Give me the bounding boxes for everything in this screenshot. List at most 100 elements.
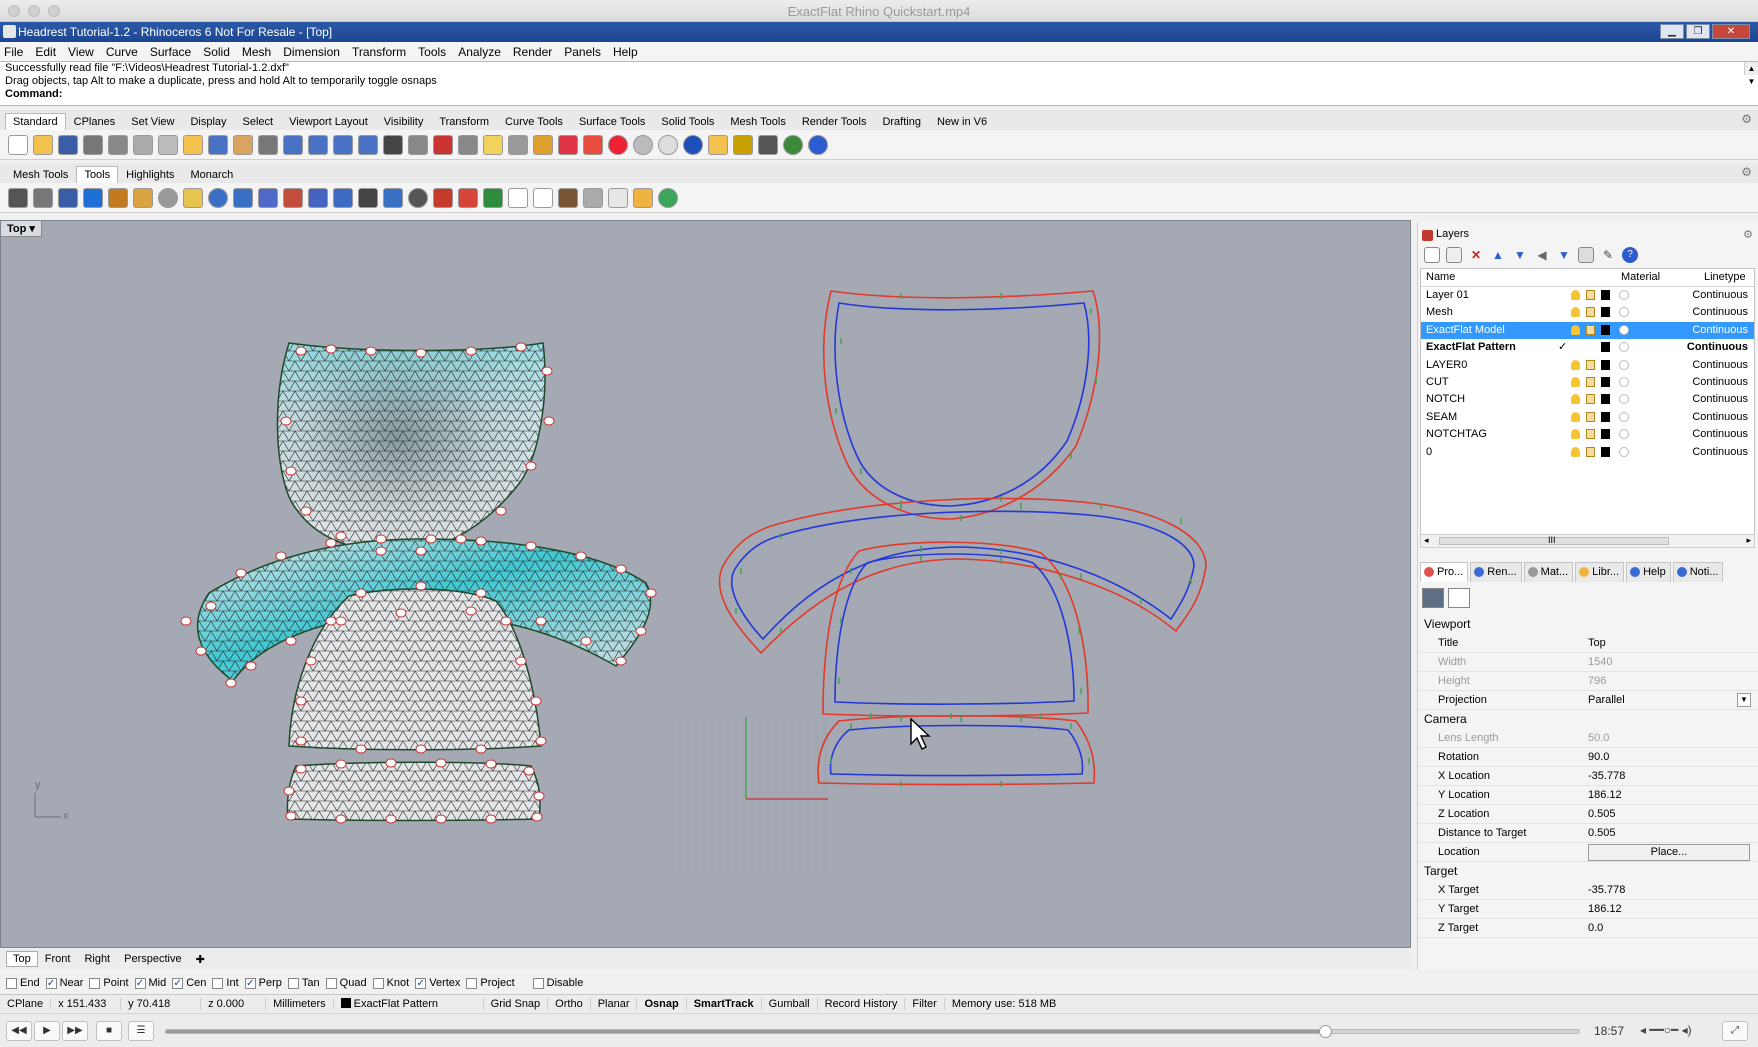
- check-icon[interactable]: [83, 188, 103, 208]
- checkbox-icon[interactable]: [288, 978, 299, 989]
- paste-icon[interactable]: [183, 135, 203, 155]
- sweep-icon[interactable]: [633, 188, 653, 208]
- status-record-history[interactable]: Record History: [818, 998, 906, 1010]
- move-up-icon[interactable]: ▲: [1490, 247, 1506, 263]
- status-grid-snap[interactable]: Grid Snap: [484, 998, 549, 1010]
- viewport-title[interactable]: Top ▾: [1, 221, 42, 237]
- prop-ytarget-value[interactable]: 186.12: [1588, 903, 1622, 915]
- material-icon[interactable]: [1619, 447, 1629, 457]
- page-icon[interactable]: [1578, 247, 1594, 263]
- tab-mesh-tools[interactable]: Mesh Tools: [722, 113, 793, 130]
- lightbulb-icon[interactable]: [1571, 377, 1580, 387]
- menu-transform[interactable]: Transform: [352, 45, 406, 59]
- osnap-vertex[interactable]: ✓Vertex: [415, 977, 460, 989]
- prop-distance-value[interactable]: 0.505: [1588, 827, 1616, 839]
- copy-icon[interactable]: [158, 135, 178, 155]
- camera-icon[interactable]: [1422, 588, 1444, 608]
- layer-name[interactable]: ExactFlat Model: [1426, 324, 1505, 336]
- checkbox-icon[interactable]: ✓: [135, 978, 146, 989]
- checkbox-icon[interactable]: [466, 978, 477, 989]
- checkbox-icon[interactable]: [89, 978, 100, 989]
- top-viewport[interactable]: Top ▾ y x: [0, 220, 1411, 948]
- prop-title-value[interactable]: Top: [1588, 637, 1606, 649]
- lightbulb-icon[interactable]: [1571, 325, 1580, 335]
- tab-surface-tools[interactable]: Surface Tools: [571, 113, 653, 130]
- show-icon[interactable]: [508, 135, 528, 155]
- mesh-tool-3-icon[interactable]: [283, 188, 303, 208]
- seam-icon[interactable]: [483, 188, 503, 208]
- new-sublayer-icon[interactable]: [1446, 247, 1462, 263]
- menu-file[interactable]: File: [4, 45, 23, 59]
- lock-icon[interactable]: [1586, 394, 1595, 404]
- material-icon[interactable]: [1619, 290, 1629, 300]
- layer-color-icon[interactable]: [1601, 342, 1610, 352]
- lock-icon[interactable]: [1586, 447, 1595, 457]
- property-tab-libr[interactable]: Libr...: [1575, 562, 1624, 582]
- filter-icon[interactable]: ▼: [1556, 247, 1572, 263]
- lock-icon[interactable]: [1586, 290, 1595, 300]
- property-tab-ren[interactable]: Ren...: [1470, 562, 1521, 582]
- document-icon[interactable]: [608, 188, 628, 208]
- gear-icon[interactable]: ⚙: [1741, 165, 1752, 179]
- osnap-end[interactable]: End: [6, 977, 40, 989]
- globe-mesh-icon[interactable]: [208, 188, 228, 208]
- property-tab-help[interactable]: Help: [1626, 562, 1671, 582]
- layer-name[interactable]: SEAM: [1426, 411, 1457, 423]
- layer-row[interactable]: ExactFlat ModelContinuous: [1421, 322, 1754, 339]
- material-icon[interactable]: [1619, 342, 1629, 352]
- menu-solid[interactable]: Solid: [203, 45, 230, 59]
- prop-ztarget-value[interactable]: 0.0: [1588, 922, 1603, 934]
- blue-sphere-icon[interactable]: [683, 135, 703, 155]
- gear-icon[interactable]: ⚙: [1741, 112, 1752, 126]
- layer-icon[interactable]: [583, 135, 603, 155]
- material-icon[interactable]: [1619, 307, 1629, 317]
- status-units[interactable]: Millimeters: [266, 998, 334, 1010]
- osnap-int[interactable]: Int: [212, 977, 238, 989]
- refresh-icon[interactable]: [658, 188, 678, 208]
- layer-row[interactable]: 0Continuous: [1421, 444, 1754, 461]
- checkbox-icon[interactable]: [533, 978, 544, 989]
- layer-name[interactable]: ExactFlat Pattern: [1426, 341, 1516, 353]
- close-button[interactable]: ✕: [1712, 24, 1750, 39]
- lightbulb-icon[interactable]: [1571, 447, 1580, 457]
- prop-projection-select[interactable]: Parallel: [1588, 694, 1625, 706]
- lock-icon[interactable]: [483, 135, 503, 155]
- layer-name[interactable]: NOTCHTAG: [1426, 428, 1487, 440]
- flatten-icon[interactable]: [33, 188, 53, 208]
- status-planar[interactable]: Planar: [591, 998, 638, 1010]
- tab-render-tools[interactable]: Render Tools: [794, 113, 875, 130]
- save-pattern-icon[interactable]: [58, 188, 78, 208]
- viewport-tab-perspective[interactable]: Perspective: [117, 951, 188, 967]
- hide-objects-icon[interactable]: [533, 135, 553, 155]
- layer-color-icon[interactable]: [1601, 394, 1610, 404]
- undo-icon[interactable]: [208, 135, 228, 155]
- layer-color-icon[interactable]: [1601, 447, 1610, 457]
- globe-icon[interactable]: [783, 135, 803, 155]
- menu-edit[interactable]: Edit: [35, 45, 56, 59]
- tab-drafting[interactable]: Drafting: [874, 113, 929, 130]
- material-icon[interactable]: [1619, 360, 1629, 370]
- layer-linetype[interactable]: Continuous: [1692, 411, 1748, 423]
- checkbox-icon[interactable]: [212, 978, 223, 989]
- layer-linetype[interactable]: Continuous: [1692, 446, 1748, 458]
- tab-new-in-v6[interactable]: New in V6: [929, 113, 995, 130]
- mesh-tool-5-icon[interactable]: [333, 188, 353, 208]
- layer-color-icon[interactable]: [1601, 307, 1610, 317]
- prop-rotation-value[interactable]: 90.0: [1588, 751, 1609, 763]
- eraser-icon[interactable]: [458, 188, 478, 208]
- color-wheel-icon[interactable]: [608, 135, 628, 155]
- osnap-cen[interactable]: ✓Cen: [172, 977, 206, 989]
- plugin-icon[interactable]: [708, 135, 728, 155]
- lightbulb-icon[interactable]: [1571, 412, 1580, 422]
- checkbox-icon[interactable]: ✓: [172, 978, 183, 989]
- play-icon[interactable]: ▶: [34, 1021, 60, 1041]
- col-linetype[interactable]: Linetype: [1704, 271, 1746, 283]
- pan-icon[interactable]: [233, 135, 253, 155]
- layer-linetype[interactable]: Continuous: [1692, 376, 1748, 388]
- osnap-disable[interactable]: Disable: [533, 977, 584, 989]
- layer-color-icon[interactable]: [1601, 325, 1610, 335]
- wheel-icon[interactable]: [158, 188, 178, 208]
- zoom-extents-icon[interactable]: [333, 135, 353, 155]
- lock-icon[interactable]: [1586, 360, 1595, 370]
- sphere-icon[interactable]: [633, 135, 653, 155]
